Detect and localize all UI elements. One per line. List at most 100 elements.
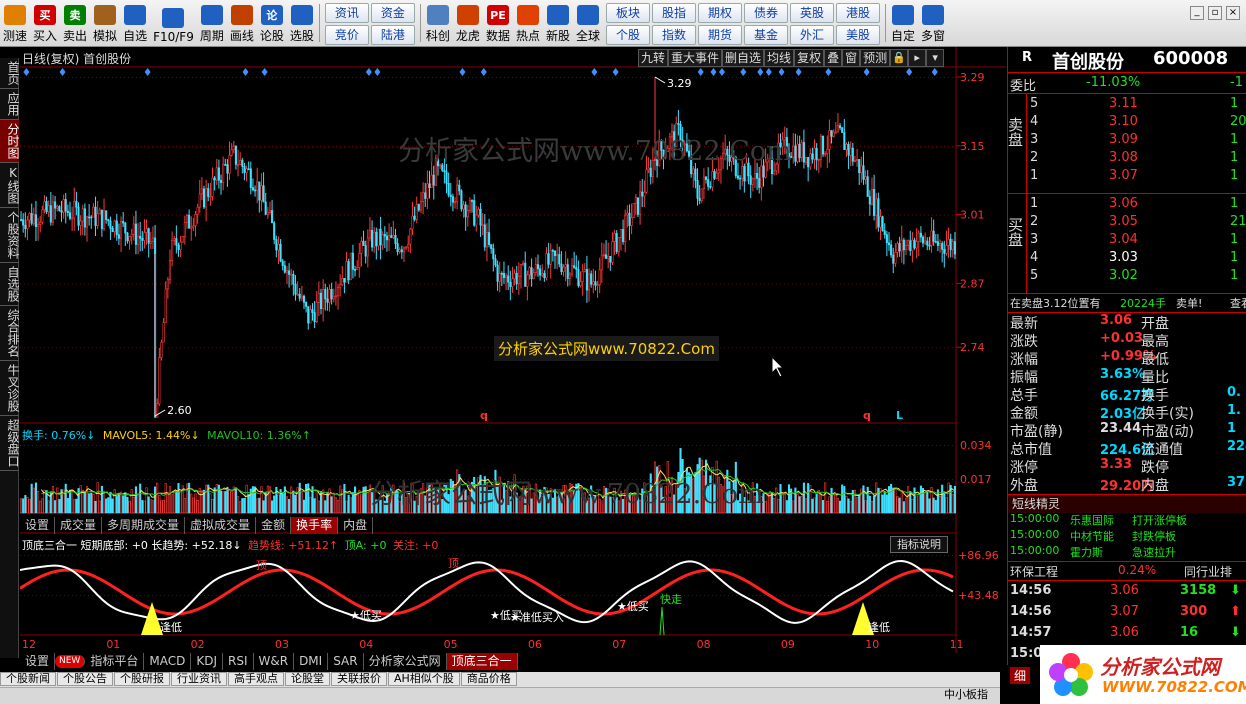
month-axis-label: 03 xyxy=(275,638,289,651)
tab-item[interactable]: W&R xyxy=(254,653,295,670)
status-tab[interactable]: 行业资讯 xyxy=(171,672,227,686)
leftnav-item[interactable]: 分时图 xyxy=(0,120,20,163)
chart-toolbar-button[interactable]: 窗 xyxy=(842,49,861,67)
leftnav-item[interactable]: 个股资料 xyxy=(0,208,20,263)
toolbar-grid-button[interactable]: 期货 xyxy=(698,25,742,45)
status-tab[interactable]: 高手观点 xyxy=(228,672,284,686)
tab-item[interactable]: RSI xyxy=(223,653,254,670)
arrow-icon[interactable]: ▸ xyxy=(908,49,927,67)
ind-legend-main: 顶底三合一 短期底部: +0 长趋势: +52.18↓ xyxy=(22,539,242,552)
custom-icon xyxy=(892,5,914,25)
chart-toolbar-button[interactable]: 复权 xyxy=(794,49,825,67)
dropdown-icon[interactable]: ▾ xyxy=(926,49,945,67)
leftnav-item[interactable]: 综合排名 xyxy=(0,306,20,361)
toolbar-grid-button[interactable]: 美股 xyxy=(836,25,880,45)
toolbar-dragon-button[interactable]: 龙虎 xyxy=(453,0,483,46)
lock-icon[interactable]: 🔒 xyxy=(890,49,909,67)
tab-item[interactable]: DMI xyxy=(294,653,329,670)
toolbar-buy-button[interactable]: 买买入 xyxy=(30,0,60,46)
toolbar-new-stock-button[interactable]: 新股 xyxy=(543,0,573,46)
toolbar-grid-button[interactable]: 港股 xyxy=(836,3,880,23)
tab-item[interactable]: 内盘 xyxy=(338,517,374,534)
toolbar-grid-button[interactable]: 资金 xyxy=(370,3,415,23)
leftnav-item[interactable]: 超级盘口 xyxy=(0,416,20,471)
indicator-tabs: 设置 NEW 指标平台 MACD KDJ RSI W&R DMI SAR 分析家公式网 顶底三合一 xyxy=(20,653,518,670)
indicator-tick-label: +43.48 xyxy=(958,589,999,602)
tab-item[interactable]: 顶底三合一 xyxy=(446,653,518,670)
toolbar-grid-button[interactable]: 竞价 xyxy=(324,25,369,45)
tab-item[interactable]: 成交量 xyxy=(55,517,103,534)
toolbar-grid-button[interactable]: 债券 xyxy=(744,3,788,23)
toolbar-grid-button[interactable]: 英股 xyxy=(790,3,834,23)
vol-legend-mavol5: MAVOL5: 1.44%↓ xyxy=(102,429,200,442)
toolbar-grid-button[interactable]: 基金 xyxy=(744,25,788,45)
leftnav-item[interactable]: 自选股 xyxy=(0,263,20,306)
leftnav-item[interactable]: K线图 xyxy=(0,163,20,208)
toolbar-cycle-button[interactable]: 周期 xyxy=(197,0,227,46)
leftnav-item[interactable]: 首页 xyxy=(0,58,20,89)
tab-item[interactable]: 金额 xyxy=(256,517,292,534)
leftnav-item[interactable]: 牛叉诊股 xyxy=(0,361,20,416)
price-tick-label: 3.29 xyxy=(960,71,985,84)
tab-item[interactable]: MACD xyxy=(144,653,192,670)
tab-item[interactable]: 虚拟成交量 xyxy=(185,517,257,534)
chart-toolbar-button[interactable]: 九转 xyxy=(638,49,669,67)
toolbar-grid-button[interactable]: 指数 xyxy=(652,25,696,45)
tab-item[interactable]: 设置 xyxy=(20,653,56,670)
toolbar-grid-button[interactable]: 陆港 xyxy=(370,25,415,45)
toolbar-star-list-button[interactable]: 自选 xyxy=(120,0,150,46)
toolbar-grid-button[interactable]: 外汇 xyxy=(790,25,834,45)
toolbar-pe-button[interactable]: PE 数据 xyxy=(483,0,513,46)
toolbar-grid-button[interactable]: 板块 xyxy=(606,3,650,23)
minimize-icon[interactable]: _ xyxy=(1190,6,1204,20)
close-icon[interactable]: × xyxy=(1226,6,1240,20)
toolbar-clock-button[interactable]: 测速 xyxy=(0,0,30,46)
price-tick-label: 2.74 xyxy=(960,341,985,354)
status-tab[interactable]: 个股研报 xyxy=(114,672,170,686)
status-tab[interactable]: 论股堂 xyxy=(285,672,330,686)
status-tab[interactable]: 个股公告 xyxy=(57,672,113,686)
quote-cell: 1 xyxy=(1030,168,1039,183)
toolbar-pencil-button[interactable]: 画线 xyxy=(227,0,257,46)
toolbar-hammer-button[interactable]: 模拟 xyxy=(90,0,120,46)
tab-item[interactable]: 换手率 xyxy=(291,517,339,534)
toolbar-chart-button[interactable]: 科创 xyxy=(423,0,453,46)
toolbar-grid-button[interactable]: 资讯 xyxy=(324,3,369,23)
indicator-signal-label: ★低买 xyxy=(617,600,649,613)
toolbar-grid-button[interactable]: 期权 xyxy=(698,3,742,23)
status-tab[interactable]: 个股新闻 xyxy=(0,672,56,686)
toolbar-sell-button[interactable]: 卖卖出 xyxy=(60,0,90,46)
chart-toolbar-button[interactable]: 均线 xyxy=(764,49,795,67)
toolbar-select-button[interactable]: 选股 xyxy=(287,0,317,46)
toolbar-talk-button[interactable]: 论论股 xyxy=(257,0,287,46)
toolbar-button-label: 自选 xyxy=(123,29,148,43)
toolbar-fire-button[interactable]: 热点 xyxy=(513,0,543,46)
chart-toolbar-button[interactable]: 叠 xyxy=(824,49,843,67)
tab-item[interactable]: 指标平台 xyxy=(85,653,145,670)
toolbar-grid-button[interactable]: 股指 xyxy=(652,3,696,23)
status-tab[interactable]: 商品价格 xyxy=(460,672,517,686)
quote-cell: 3.06 xyxy=(1110,583,1139,598)
quote-cell: 3.04 xyxy=(1109,232,1138,247)
status-tab[interactable]: 关联报价 xyxy=(331,672,387,686)
leftnav-item[interactable]: 应用 xyxy=(0,89,20,120)
quote-cell: 最高 xyxy=(1141,334,1169,350)
index-label[interactable]: 中小板指 xyxy=(944,686,988,702)
chart-toolbar-button[interactable]: 预测 xyxy=(860,49,891,67)
maximize-icon[interactable]: ▫ xyxy=(1208,6,1222,20)
toolbar-multi-window-button[interactable]: 多窗 xyxy=(918,0,948,46)
chart-toolbar-button[interactable]: 删自选 xyxy=(722,49,765,67)
status-tab[interactable]: AH相似个股 xyxy=(388,672,460,686)
indicator-help-button[interactable]: 指标说明 xyxy=(890,536,948,553)
toolbar-grid-button[interactable]: 个股 xyxy=(606,25,650,45)
chart-toolbar-button[interactable]: 重大事件 xyxy=(668,49,723,67)
toolbar-globe-button[interactable]: 全球 xyxy=(573,0,603,46)
toolbar-custom-button[interactable]: 自定 xyxy=(888,0,918,46)
detail-tab[interactable]: 细 xyxy=(1010,667,1031,684)
tab-item[interactable]: 设置 xyxy=(20,517,56,534)
tab-item[interactable]: 多周期成交量 xyxy=(102,517,186,534)
tab-item[interactable]: KDJ xyxy=(191,653,223,670)
tab-item[interactable]: 分析家公式网 xyxy=(364,653,447,670)
toolbar-f10-button[interactable]: F10/F9 xyxy=(150,0,197,46)
tab-item[interactable]: SAR xyxy=(328,653,364,670)
